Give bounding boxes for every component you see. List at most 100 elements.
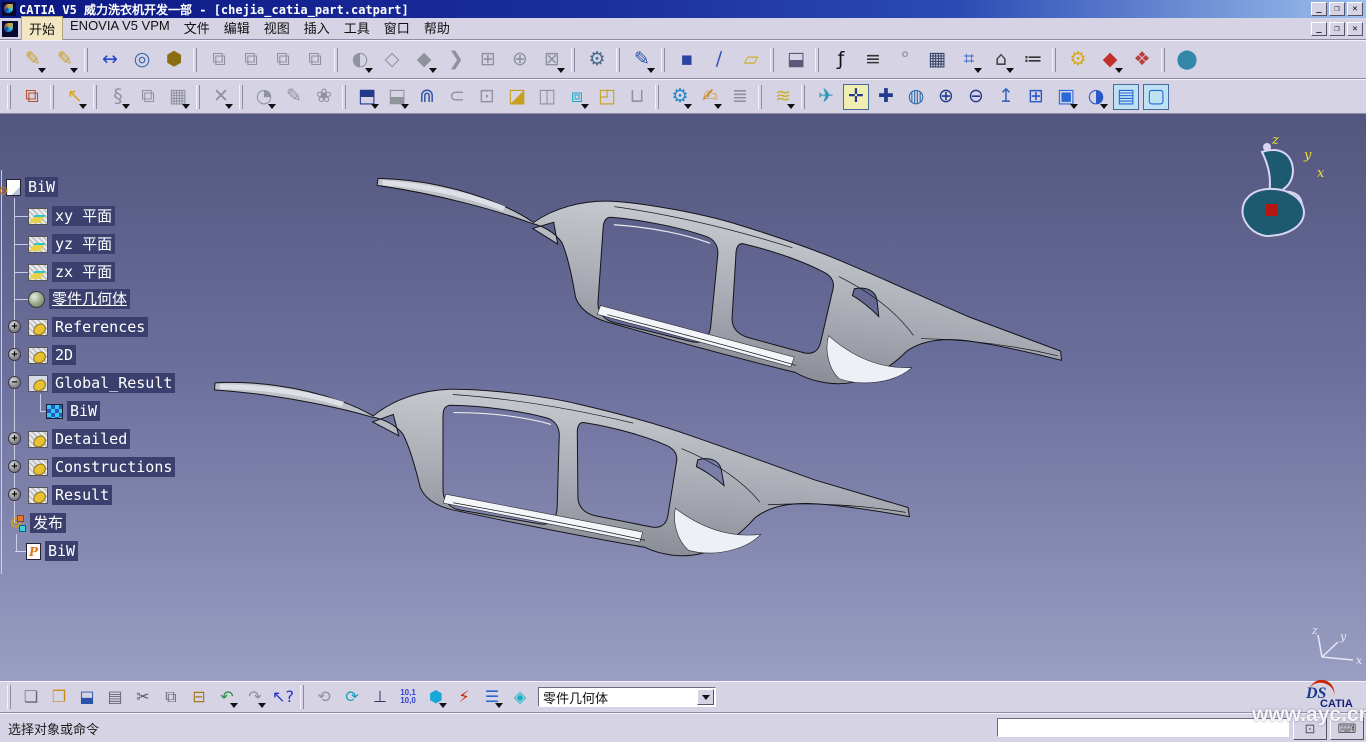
tree-item-partbody[interactable]: 零件几何体	[28, 289, 130, 309]
doc-stack-button[interactable]: ⧉	[19, 84, 45, 110]
tree-item-2d[interactable]: 2D	[28, 345, 76, 365]
formula-fx-button[interactable]: ƒ	[827, 46, 855, 74]
gear-globe-button[interactable]: ⚙	[667, 84, 693, 110]
tree-item-global-result-biw[interactable]: BiW	[46, 401, 100, 421]
part-multi-button[interactable]: ❖	[1128, 46, 1156, 74]
constraint-circles-button[interactable]: ⬤	[1173, 46, 1201, 74]
refresh-link-button[interactable]: ⟲	[312, 685, 336, 709]
dropdown-arrow-icon[interactable]	[268, 104, 276, 109]
body-side-frame-rear[interactable]	[359, 167, 1075, 414]
multi-view-button[interactable]: ⊞	[1023, 84, 1049, 110]
tree-item-detailed-label[interactable]: Detailed	[52, 429, 130, 449]
dropdown-arrow-icon[interactable]	[122, 104, 130, 109]
catalog-3-button[interactable]: ⧉	[269, 46, 297, 74]
surfaces-display-button[interactable]: ◈	[508, 685, 532, 709]
tree-item-publications[interactable]: ⚙发布	[6, 513, 66, 533]
hide-show-button[interactable]: ◑	[1083, 84, 1109, 110]
tree-item-biw-root-label[interactable]: BiW	[25, 177, 58, 197]
dropdown-arrow-icon[interactable]	[1006, 68, 1014, 73]
fill-surface-button[interactable]: ◪	[504, 84, 530, 110]
fit-all-button[interactable]: ✛	[843, 84, 869, 110]
close-button[interactable]: ✕	[1347, 2, 1363, 16]
open-button[interactable]: ❐	[47, 685, 71, 709]
open-from-template-button[interactable]: ✎	[51, 46, 79, 74]
sketcher-button[interactable]: ✎	[628, 46, 656, 74]
layers-button[interactable]: ≋	[770, 84, 796, 110]
tree-item-yz-plane-label[interactable]: yz 平面	[52, 234, 115, 254]
catalog-browser-button[interactable]: ⟳	[340, 685, 364, 709]
menu-item-工具[interactable]: 工具	[337, 16, 377, 41]
surface-project-button[interactable]: ⊞	[474, 46, 502, 74]
pad-button[interactable]: ⬓	[384, 84, 410, 110]
zoom-out-button[interactable]: ⊖	[963, 84, 989, 110]
compass-privileged-plane[interactable]	[1266, 204, 1278, 216]
tree-item-global-result-biw-label[interactable]: BiW	[67, 401, 100, 421]
surface-trim-button[interactable]: ◆	[410, 46, 438, 74]
dropdown-arrow-icon[interactable]	[1100, 104, 1108, 109]
expand-toggle[interactable]: +	[8, 348, 21, 361]
close-surface-button[interactable]: ⧈	[564, 84, 590, 110]
pan-button[interactable]: ✚	[873, 84, 899, 110]
mdi-close-button[interactable]: ✕	[1347, 22, 1363, 36]
catalog-2-button[interactable]: ⧉	[237, 46, 265, 74]
tree-item-biw-root[interactable]: BiW	[6, 177, 58, 197]
ergonomics-button[interactable]: ✍	[697, 84, 723, 110]
status-tool-button-2[interactable]: ⌨	[1330, 717, 1364, 740]
menu-item-编辑[interactable]: 编辑	[217, 16, 257, 41]
tree-item-yz-plane[interactable]: yz 平面	[28, 234, 115, 254]
tree-item-xy-plane-label[interactable]: xy 平面	[52, 206, 115, 226]
dropdown-arrow-icon[interactable]	[1070, 104, 1078, 109]
catalog-4-button[interactable]: ⧉	[301, 46, 329, 74]
toolbar-grip[interactable]	[7, 48, 11, 72]
dropdown-arrow-icon[interactable]	[79, 104, 87, 109]
comment-button[interactable]: ≡	[859, 46, 887, 74]
settings-gear-button[interactable]: ⚙	[583, 46, 611, 74]
tree-item-references[interactable]: References	[28, 317, 148, 337]
mdi-restore-button[interactable]: ❐	[1329, 22, 1345, 36]
fly-mode-button[interactable]: ✈	[813, 84, 839, 110]
plane-button[interactable]: ▱	[737, 46, 765, 74]
paste-special-button[interactable]: ⬓	[782, 46, 810, 74]
lock-button[interactable]: ⌂	[987, 46, 1015, 74]
tree-item-constructions[interactable]: Constructions	[28, 457, 175, 477]
minimize-button[interactable]: _	[1311, 2, 1327, 16]
tree-item-global-result[interactable]: Global_Result	[28, 373, 175, 393]
measure-between-button[interactable]: ↔	[96, 46, 124, 74]
tree-item-publications-label[interactable]: 发布	[30, 513, 66, 533]
restore-button[interactable]: ❐	[1329, 2, 1345, 16]
rotate-button[interactable]: ◍	[903, 84, 929, 110]
lock-small-button[interactable]: °	[891, 46, 919, 74]
combobox-dropdown-button[interactable]	[697, 689, 714, 705]
catalog-gears-button[interactable]: ⚙	[1064, 46, 1092, 74]
command-input[interactable]	[997, 718, 1289, 737]
surface-split-button[interactable]: ◇	[378, 46, 406, 74]
dropdown-arrow-icon[interactable]	[230, 703, 238, 708]
dropdown-arrow-icon[interactable]	[714, 104, 722, 109]
open-in-new-window-button[interactable]: ✎	[19, 46, 47, 74]
tree-item-publication-biw-label[interactable]: BiW	[45, 541, 78, 561]
dropdown-arrow-icon[interactable]	[258, 703, 266, 708]
tree-item-references-label[interactable]: References	[52, 317, 148, 337]
tree-item-zx-plane-label[interactable]: zx 平面	[52, 262, 115, 282]
update-button[interactable]: ⚡	[452, 685, 476, 709]
tree-item-result-label[interactable]: Result	[52, 485, 112, 505]
styling-button[interactable]: ❀	[311, 84, 337, 110]
whats-this-button[interactable]: ↖?	[271, 685, 295, 709]
measure-inertia-button[interactable]: ⬢	[160, 46, 188, 74]
tree-item-detailed[interactable]: Detailed	[28, 429, 130, 449]
mdi-minimize-button[interactable]: _	[1311, 22, 1327, 36]
relations-button[interactable]: ⌗	[955, 46, 983, 74]
tree-item-publication-biw[interactable]: PBiW	[26, 541, 78, 561]
paste-button[interactable]: ⊟	[187, 685, 211, 709]
print-button[interactable]: ▤	[103, 685, 127, 709]
dropdown-arrow-icon[interactable]	[401, 104, 409, 109]
dropdown-arrow-icon[interactable]	[557, 68, 565, 73]
tree-item-global-result-label[interactable]: Global_Result	[52, 373, 175, 393]
view-mode-button[interactable]: ▤	[1113, 84, 1139, 110]
surface-extrapolate-button[interactable]: ⊠	[538, 46, 566, 74]
measure-item-button[interactable]: ◎	[128, 46, 156, 74]
dropdown-arrow-icon[interactable]	[70, 68, 78, 73]
dropdown-arrow-icon[interactable]	[365, 68, 373, 73]
dropdown-arrow-icon[interactable]	[495, 703, 503, 708]
insert-body-button[interactable]: ⬢	[424, 685, 448, 709]
